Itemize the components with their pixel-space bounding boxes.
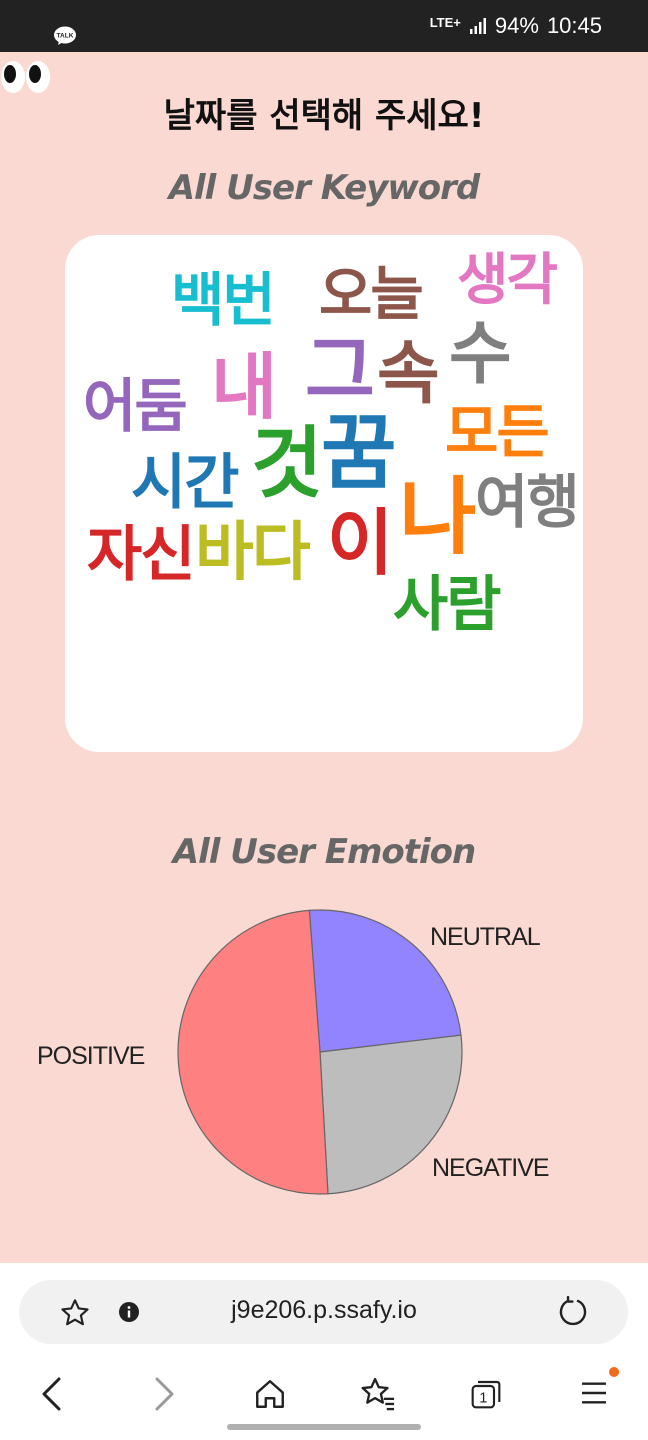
signal-icon: [469, 18, 486, 34]
keyword-word: 사람: [393, 570, 501, 640]
keyword-cloud: 백번 오늘 생각 그 속 수 어둠 내 모든 시간 것 꿈 나 여행 자신 바다…: [65, 235, 583, 752]
home-indicator: [227, 1424, 421, 1430]
keyword-word: 것: [251, 419, 323, 509]
status-indicators: LTE+ 94% 10:45: [430, 12, 602, 40]
keyword-word: 꿈: [321, 406, 396, 501]
keyword-word: 이: [327, 501, 393, 585]
home-icon[interactable]: [253, 1377, 287, 1411]
status-bar: TALK LTE+ 94% 10:45: [0, 0, 648, 52]
svg-text:TALK: TALK: [57, 33, 74, 40]
clock: 10:45: [546, 13, 602, 38]
emotion-pie-chart: NEUTRAL NEGATIVE POSITIVE: [0, 880, 648, 1220]
tabs-icon[interactable]: 1: [468, 1378, 504, 1410]
notification-dot: [609, 1367, 619, 1377]
keyword-word: 바다: [195, 516, 311, 590]
keyword-word: 내: [211, 345, 277, 429]
keyword-word: 모든: [445, 398, 550, 466]
bookmarks-icon[interactable]: [359, 1375, 397, 1411]
pie-label-neutral: NEUTRAL: [430, 923, 541, 951]
menu-icon[interactable]: [578, 1377, 610, 1409]
pie-label-negative: NEGATIVE: [432, 1154, 549, 1182]
pie-svg: NEUTRAL NEGATIVE POSITIVE: [37, 909, 550, 1195]
keyword-word: 시간: [131, 448, 239, 518]
url-text[interactable]: j9e206.p.ssafy.io: [0, 1296, 648, 1325]
keyword-word: 어둠: [83, 372, 188, 440]
kakaotalk-icon: TALK: [54, 26, 76, 45]
keyword-section-title: All User Keyword: [168, 168, 481, 208]
keyword-word: 여행: [475, 468, 580, 536]
pie-slice-positive: [177, 909, 329, 1195]
battery-level: 94%: [494, 13, 539, 38]
back-icon[interactable]: [38, 1376, 68, 1412]
keyword-word: 백번: [171, 266, 276, 334]
page-title[interactable]: 날짜를 선택해 주세요!: [0, 88, 648, 137]
keyword-word: 속: [377, 335, 440, 414]
keyword-word: 나: [399, 468, 476, 566]
emotion-section-title: All User Emotion: [172, 832, 476, 872]
keyword-word: 생각: [457, 248, 558, 313]
forward-icon[interactable]: [148, 1376, 178, 1412]
svg-text:1: 1: [479, 1391, 487, 1407]
reload-icon[interactable]: [556, 1295, 590, 1329]
keyword-word: 그: [305, 326, 375, 415]
keyword-word: 자신: [87, 520, 195, 590]
keyword-word: 오늘: [319, 260, 424, 328]
network-type: LTE+: [429, 14, 461, 30]
pie-label-positive: POSITIVE: [37, 1042, 145, 1070]
keyword-word: 수: [449, 315, 512, 394]
